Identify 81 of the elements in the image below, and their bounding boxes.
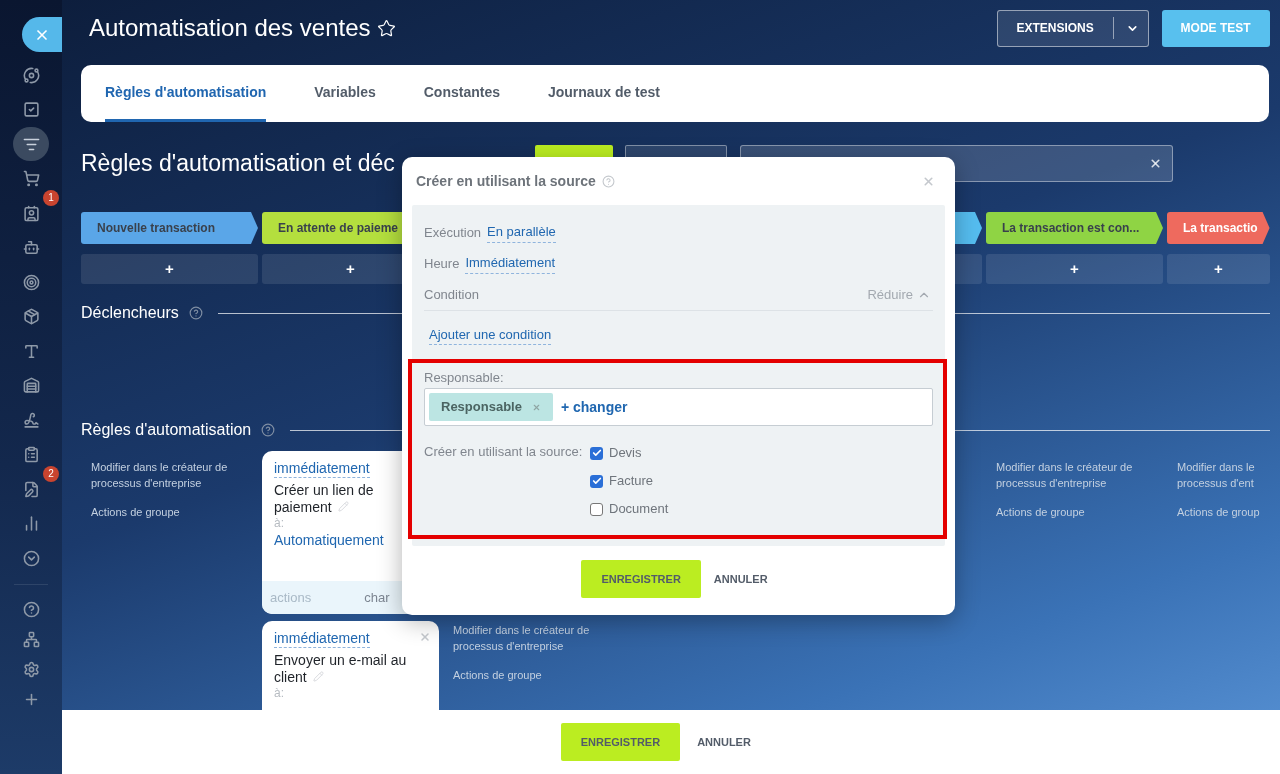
section-title: Déclencheurs (81, 303, 179, 323)
extensions-button[interactable]: EXTENSIONS (996, 9, 1149, 47)
change-link[interactable]: char (364, 587, 390, 608)
help-icon (22, 600, 40, 618)
edit-in-designer-link[interactable]: Modifier dans le créateur de processus d'entreprise (453, 622, 610, 654)
checkbox[interactable] (590, 446, 603, 460)
setting-label: Exécution (424, 223, 482, 242)
section-heading: Règles d'automatisation et déc (81, 150, 395, 177)
add-rule-button[interactable]: + (1167, 254, 1270, 284)
type-icon (22, 342, 40, 360)
signature-icon (22, 411, 40, 429)
edit-in-designer-link[interactable]: Modifier dans le créateur de processus d'entreprise (996, 459, 1153, 491)
page-title: Automatisation des ventes (89, 13, 371, 43)
contact-card-icon (22, 204, 40, 222)
stage-label[interactable]: Nouvelle transaction (81, 212, 258, 244)
edit-in-designer-link[interactable]: Modifier dans le créateur de processus d'entreprise (91, 459, 248, 491)
group-actions-link[interactable]: Actions de groupe (996, 504, 1153, 520)
checkbox-label: Facture (609, 473, 654, 489)
tab[interactable]: Journaux de test (548, 65, 660, 122)
responsible-field[interactable]: Responsable + changer (424, 388, 933, 426)
group-actions-link[interactable]: Actions de groupe (453, 667, 610, 683)
checkbox-label: Devis (609, 445, 642, 461)
save-button[interactable]: ENREGISTRER (560, 723, 681, 761)
recipient-link[interactable]: Automatiquement (274, 531, 384, 549)
field-label: Responsable: (424, 369, 505, 387)
actions-label: actions (270, 588, 312, 607)
tab[interactable]: Règles d'automatisation (105, 65, 267, 122)
group-actions-link[interactable]: Actions de groupe (91, 504, 248, 520)
add-rule-button[interactable]: + (262, 254, 402, 284)
dialog-title: Créer en utilisant la source (416, 172, 596, 191)
checkbox-label: Document (609, 501, 669, 517)
add-condition-link[interactable]: Ajouter une condition (429, 324, 552, 346)
help-icon[interactable] (261, 423, 276, 437)
cancel-button[interactable]: ANNULER (713, 560, 768, 598)
notification-badge: 2 (43, 466, 59, 482)
edit-in-designer-link[interactable]: Modifier dans le processus d'ent (1177, 459, 1260, 491)
notification-badge: 1 (43, 190, 59, 206)
help-icon[interactable] (188, 306, 203, 320)
warehouse-icon (22, 377, 40, 394)
rule-title[interactable]: Envoyer un e-mail au client (274, 652, 414, 686)
close-button[interactable] (22, 17, 62, 52)
settings-icon (22, 660, 40, 678)
checkbox[interactable] (590, 502, 603, 516)
setting-label: Heure (424, 254, 460, 273)
extensions-label[interactable]: EXTENSIONS (997, 19, 1113, 37)
clipboard-list-icon (22, 446, 40, 463)
recipient-label: à: (274, 516, 284, 531)
save-button[interactable]: ENREGISTRER (581, 560, 701, 598)
tab[interactable]: Variables (314, 65, 376, 122)
change-link[interactable]: + changer (560, 396, 628, 418)
stage-label[interactable]: La transactio (1167, 212, 1270, 244)
network-icon (22, 630, 40, 648)
clear-icon[interactable] (1149, 157, 1162, 170)
condition-label: Condition (424, 285, 479, 304)
checkbox-icon (22, 101, 40, 118)
star-icon[interactable] (376, 18, 396, 38)
recipient-label: à: (274, 686, 284, 701)
robot-icon (22, 239, 40, 256)
sources-label: Créer en utilisant la source: (424, 444, 584, 461)
target-icon (22, 273, 40, 291)
user-tag[interactable]: Responsable (429, 393, 553, 421)
stage-label[interactable]: En attente de paieme (262, 212, 402, 244)
file-edit-icon (22, 480, 40, 498)
chevron-down-icon (22, 549, 40, 567)
add-rule-button[interactable]: + (81, 254, 258, 284)
setting-link[interactable]: Immédiatement (465, 253, 555, 274)
cancel-button[interactable]: ANNULER (697, 723, 751, 761)
box-icon (22, 308, 40, 325)
delay-link[interactable]: immédiatement (274, 629, 370, 648)
group-actions-link[interactable]: Actions de group (1177, 504, 1260, 520)
add-rule-button[interactable]: + (986, 254, 1163, 284)
orbit-icon (22, 66, 40, 84)
rule-title[interactable]: Créer un lien de paiement (274, 482, 414, 516)
delay-link[interactable]: immédiatement (274, 459, 370, 478)
stage-label[interactable]: La transaction est con... (986, 212, 1163, 244)
setting-link[interactable]: En parallèle (487, 222, 556, 243)
tab[interactable]: Constantes (423, 65, 500, 122)
cart-icon (22, 170, 40, 187)
checkbox[interactable] (590, 474, 603, 488)
sidebar-item[interactable] (13, 127, 49, 161)
section-title: Règles d'automatisation (81, 420, 252, 440)
